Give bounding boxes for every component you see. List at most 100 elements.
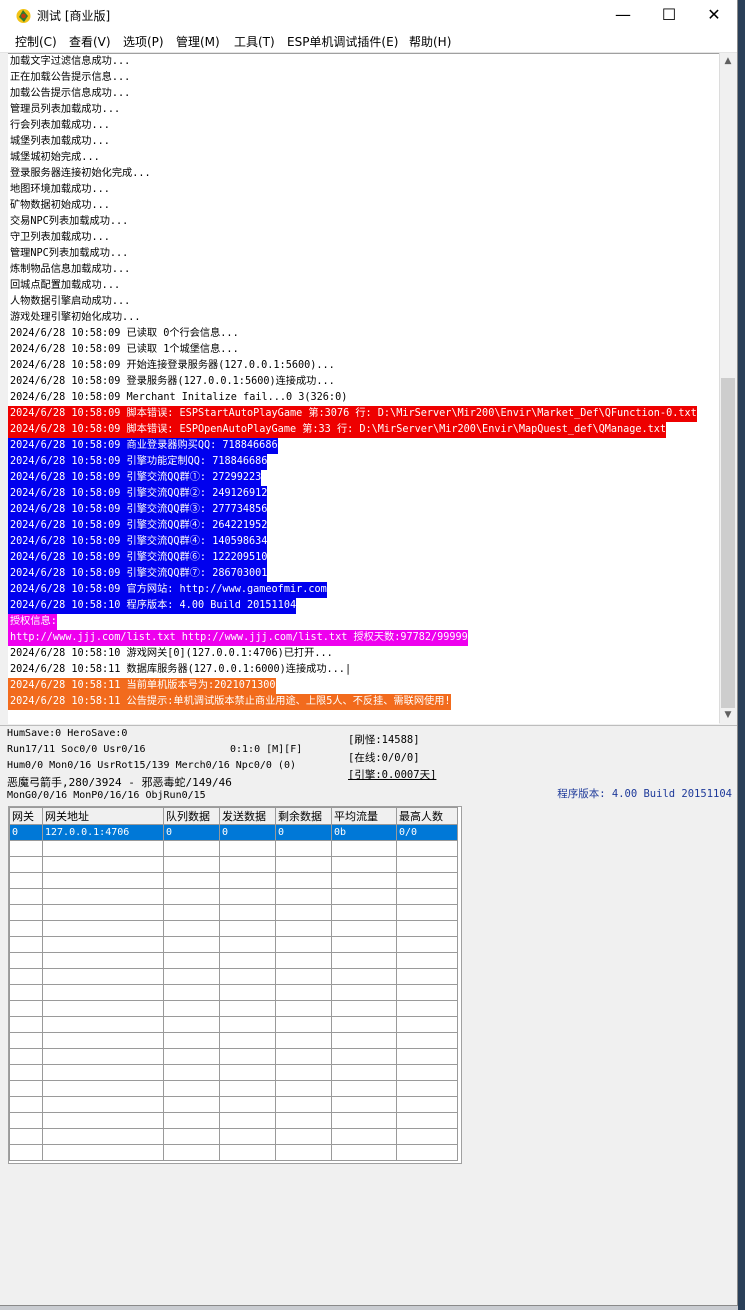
log-line: 2024/6/28 10:58:09 引擎交流QQ群③: 277734856 xyxy=(8,502,268,518)
minimize-button[interactable]: — xyxy=(600,0,646,30)
col-sent-data[interactable]: 发送数据 xyxy=(219,807,276,825)
empty-cell xyxy=(331,936,397,953)
empty-cell xyxy=(396,968,458,985)
empty-cell xyxy=(331,1016,397,1033)
scroll-thumb[interactable] xyxy=(721,378,735,708)
log-line: 2024/6/28 10:58:10 游戏网关[0](127.0.0.1:470… xyxy=(8,646,333,662)
empty-cell xyxy=(219,952,276,969)
empty-cell xyxy=(219,1048,276,1065)
window-title: 测试 [商业版] xyxy=(37,9,111,23)
table-row[interactable] xyxy=(9,920,458,937)
log-line: 2024/6/28 10:58:09 引擎交流QQ群②: 249126912 xyxy=(8,486,268,502)
empty-cell xyxy=(275,1000,332,1017)
table-row[interactable] xyxy=(9,1128,458,1145)
log-line: 城堡列表加载成功... xyxy=(8,134,110,150)
empty-cell xyxy=(163,1096,220,1113)
empty-cell xyxy=(396,1080,458,1097)
status-refresh: [刷怪:14588] xyxy=(348,734,420,746)
table-row[interactable] xyxy=(9,856,458,873)
empty-cell xyxy=(331,920,397,937)
cell-sent: 0 xyxy=(219,824,276,841)
empty-cell xyxy=(9,1080,43,1097)
table-row[interactable] xyxy=(9,968,458,985)
log-line: 守卫列表加载成功... xyxy=(8,230,110,246)
empty-cell xyxy=(9,888,43,905)
col-max-users[interactable]: 最高人数 xyxy=(396,807,458,825)
log-line: 2024/6/28 10:58:09 已读取 0个行会信息... xyxy=(8,326,239,342)
table-row[interactable] xyxy=(9,1096,458,1113)
menu-tools[interactable]: 工具(T) xyxy=(234,33,275,50)
col-gate-address[interactable]: 网关地址 xyxy=(42,807,164,825)
table-row[interactable] xyxy=(9,984,458,1001)
empty-cell xyxy=(9,1000,43,1017)
empty-cell xyxy=(331,1080,397,1097)
menu-options[interactable]: 选项(P) xyxy=(123,33,164,50)
menu-control[interactable]: 控制(C) xyxy=(15,33,57,50)
table-header: 网关 网关地址 队列数据 发送数据 剩余数据 平均流量 最高人数 xyxy=(9,807,458,825)
empty-cell xyxy=(219,840,276,857)
log-line: 2024/6/28 10:58:09 脚本错误: ESPStartAutoPla… xyxy=(8,406,697,422)
empty-cell xyxy=(42,856,164,873)
server-window: 测试 [商业版] — ☐ ✕ 控制(C) 查看(V) 选项(P) 管理(M) 工… xyxy=(0,0,738,1306)
col-queue-data[interactable]: 队列数据 xyxy=(163,807,220,825)
title-bar[interactable]: 测试 [商业版] — ☐ ✕ xyxy=(0,0,737,30)
table-row[interactable] xyxy=(9,936,458,953)
empty-cell xyxy=(396,888,458,905)
table-row[interactable] xyxy=(9,1048,458,1065)
log-line: 回城点配置加载成功... xyxy=(8,278,121,294)
menu-view[interactable]: 查看(V) xyxy=(69,33,111,50)
log-output[interactable]: 加载文字过滤信息成功... 正在加载公告提示信息... 加载公告提示信息成功... 管… xyxy=(8,53,719,724)
table-row[interactable] xyxy=(9,1064,458,1081)
cell-gate: 0 xyxy=(9,824,43,841)
empty-cell xyxy=(219,936,276,953)
close-button[interactable]: ✕ xyxy=(691,0,737,30)
empty-cell xyxy=(331,1032,397,1049)
log-line: 管理NPC列表加载成功... xyxy=(8,246,129,262)
empty-cell xyxy=(9,1016,43,1033)
table-row[interactable]: 0 127.0.0.1:4706 0 0 0 0b 0/0 xyxy=(9,824,458,841)
maximize-button[interactable]: ☐ xyxy=(646,0,692,30)
empty-cell xyxy=(331,1000,397,1017)
menu-help[interactable]: 帮助(H) xyxy=(409,33,451,50)
log-line: 人物数据引擎启动成功... xyxy=(8,294,131,310)
empty-cell xyxy=(219,904,276,921)
col-gate[interactable]: 网关 xyxy=(9,807,43,825)
log-scrollbar[interactable]: ▲ ▼ xyxy=(719,53,736,723)
log-line: 2024/6/28 10:58:09 已读取 1个城堡信息... xyxy=(8,342,239,358)
empty-cell xyxy=(42,1144,164,1161)
col-avg-traffic[interactable]: 平均流量 xyxy=(331,807,397,825)
empty-cell xyxy=(275,1096,332,1113)
menu-esp-plugin[interactable]: ESP单机调试插件(E) xyxy=(287,33,398,50)
table-row[interactable] xyxy=(9,1112,458,1129)
empty-cell xyxy=(42,872,164,889)
empty-cell xyxy=(163,952,220,969)
col-remaining-data[interactable]: 剩余数据 xyxy=(275,807,332,825)
table-row[interactable] xyxy=(9,904,458,921)
table-row[interactable] xyxy=(9,1032,458,1049)
empty-cell xyxy=(163,872,220,889)
table-row[interactable] xyxy=(9,1000,458,1017)
empty-cell xyxy=(163,1112,220,1129)
log-line: 2024/6/28 10:58:11 当前单机版本号为:2021071300 xyxy=(8,678,276,694)
log-line: 矿物数据初始成功... xyxy=(8,198,110,214)
empty-cell xyxy=(9,1144,43,1161)
empty-cell xyxy=(275,1080,332,1097)
empty-cell xyxy=(275,1016,332,1033)
empty-cell xyxy=(331,904,397,921)
menu-manage[interactable]: 管理(M) xyxy=(176,33,220,50)
empty-cell xyxy=(9,1048,43,1065)
empty-cell xyxy=(42,904,164,921)
empty-cell xyxy=(163,1064,220,1081)
table-row[interactable] xyxy=(9,840,458,857)
table-row[interactable] xyxy=(9,952,458,969)
scroll-down-icon[interactable]: ▼ xyxy=(720,707,736,723)
table-row[interactable] xyxy=(9,888,458,905)
scroll-up-icon[interactable]: ▲ xyxy=(720,53,736,69)
empty-cell xyxy=(42,1000,164,1017)
empty-cell xyxy=(219,968,276,985)
empty-cell xyxy=(219,1128,276,1145)
table-row[interactable] xyxy=(9,1080,458,1097)
table-row[interactable] xyxy=(9,1144,458,1161)
table-row[interactable] xyxy=(9,872,458,889)
table-row[interactable] xyxy=(9,1016,458,1033)
